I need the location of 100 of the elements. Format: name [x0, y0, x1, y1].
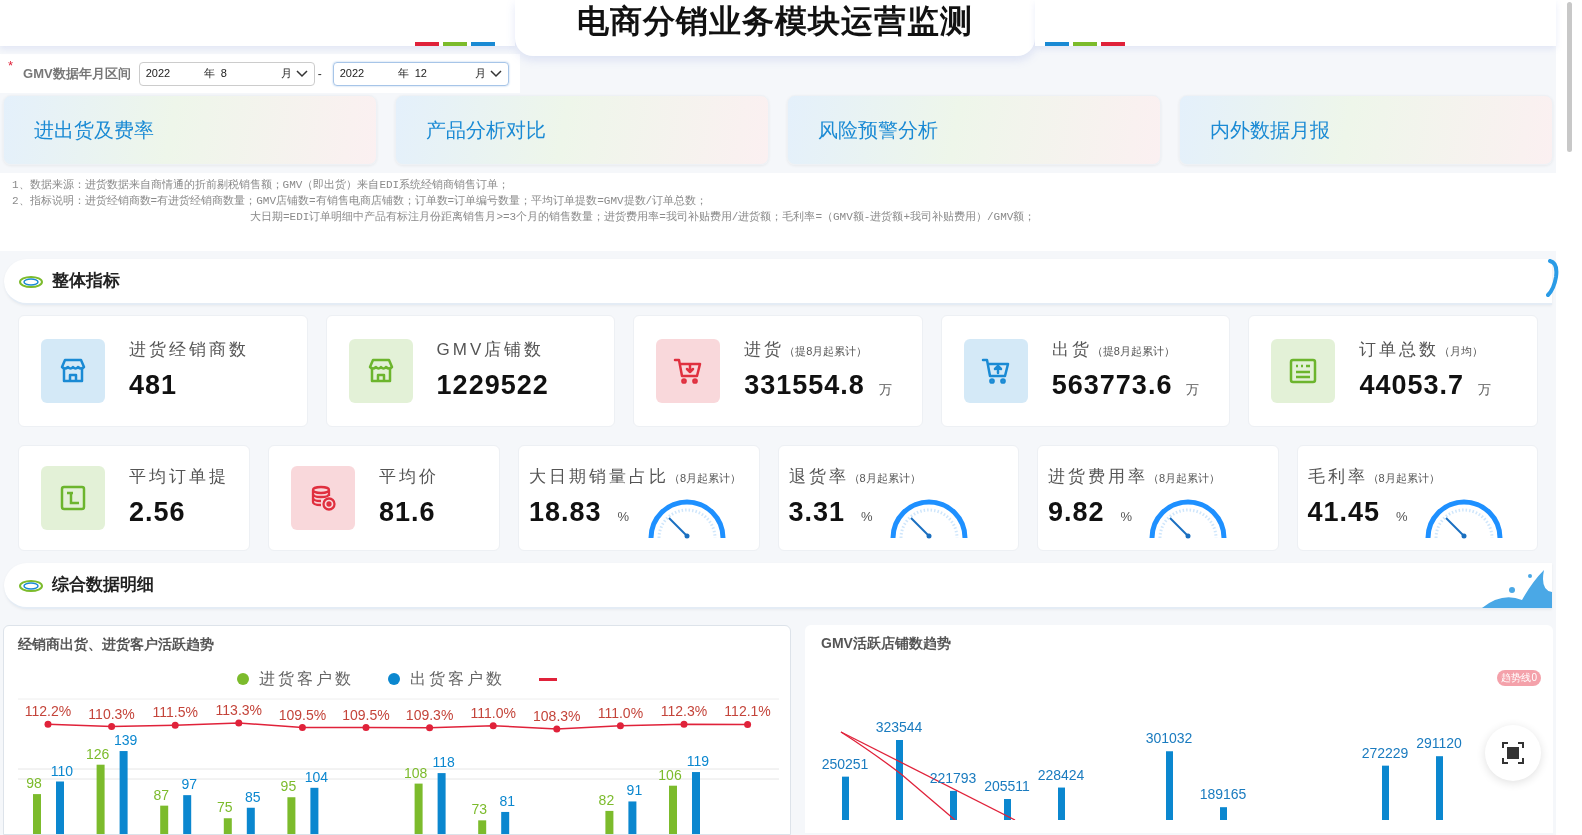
legend-label: 出货客户数	[410, 669, 505, 689]
bar-label: 139	[113, 732, 138, 749]
line-label: 113.3%	[215, 702, 263, 718]
year-unit: 年	[203, 66, 215, 82]
nav-tab[interactable]: 产品分析对比	[395, 95, 769, 166]
nav-tab[interactable]: 风险预警分析	[787, 95, 1161, 166]
swirl-icon	[18, 577, 44, 593]
bar-label: 82	[598, 791, 615, 808]
accent-bar	[1101, 42, 1125, 46]
line-label: 112.3%	[660, 703, 708, 720]
month-value: 12	[414, 66, 428, 82]
kpi-value: 2.56	[129, 495, 186, 529]
kpi-note: （月均）	[1439, 344, 1484, 359]
kpi-unit: %	[861, 507, 873, 526]
bar-label: 81	[499, 792, 515, 809]
legend-label: 进货客户数	[259, 669, 354, 689]
bar-label: 97	[181, 776, 197, 793]
kpi-label: 大日期销量占比	[529, 466, 669, 488]
note-text: 大日期=EDI订单明细中产品有标注月份距离销售月>=3个月的销售数量；进货费用率=我司补贴费用/进货额；毛利率=（GMV额-进货额+我司补贴费用）/GMV额；	[250, 210, 1036, 226]
line-label: 109.5%	[278, 706, 327, 723]
bar-label: 73	[471, 801, 487, 818]
bar-label: 250251	[821, 755, 869, 772]
kpi-label: 订单总数	[1359, 339, 1440, 361]
bar-label: 106	[658, 766, 682, 783]
kpi-label: 出货	[1051, 339, 1092, 361]
kpi-unit: 万	[1186, 380, 1200, 399]
bar-label: 95	[280, 778, 297, 795]
nav-tab[interactable]: 进出货及费率	[3, 95, 377, 166]
kpi-unit: %	[1120, 507, 1133, 526]
kpi-note: （提8月起累计）	[1091, 344, 1175, 359]
accent-bar	[443, 42, 467, 46]
kpi-note: （8月起累计）	[669, 471, 742, 486]
month-value: 8	[220, 66, 228, 82]
section-title: 整体指标	[52, 270, 120, 293]
curl-icon	[1546, 259, 1560, 299]
kpi-label: 平均订单提	[129, 466, 229, 488]
kpi-note: （8月起累计）	[848, 471, 921, 486]
kpi-note: （8月起累计）	[1367, 471, 1440, 486]
bar-label: 301032	[1145, 730, 1193, 747]
bar-label: 205511	[984, 778, 1030, 794]
nav-tab[interactable]: 内外数据月报	[1179, 95, 1553, 166]
note-text: 1、数据来源：进货数据来自商情通的折前剔税销售额；GMV（即出货）来自EDI系统经销商销售订单；	[12, 178, 510, 194]
kpi-value: 44053.7	[1359, 368, 1464, 402]
kpi-value: 81.6	[379, 495, 436, 529]
kpi-value: 3.31	[788, 495, 846, 529]
month-unit: 月	[280, 66, 292, 82]
bar-label: 98	[26, 775, 42, 792]
bar-label: 189165	[1199, 786, 1247, 803]
chart-title: 经销商出货、进货客户活跃趋势	[17, 635, 215, 654]
line-label: 112.2%	[24, 703, 72, 720]
kpi-label: 进货	[744, 339, 785, 361]
bar-label: 272229	[1361, 744, 1409, 761]
accent-bar	[415, 42, 439, 46]
line-label: 112.1%	[724, 703, 771, 720]
line-label: 111.5%	[152, 704, 198, 721]
bar-label: 91	[626, 782, 643, 799]
kpi-label: 退货率	[788, 466, 849, 488]
page-title: 电商分销业务模块运营监测	[577, 2, 973, 41]
year-value: 2022	[339, 66, 366, 82]
accent-bar	[1073, 42, 1097, 46]
bar-label: 126	[85, 745, 110, 762]
kpi-unit: 万	[1478, 380, 1491, 399]
kpi-value: 9.82	[1048, 495, 1105, 529]
bar-label: 110	[50, 762, 74, 779]
fullscreen-icon	[1502, 742, 1524, 764]
bar-label: 85	[245, 788, 261, 805]
note-text: 2、指标说明：进货经销商数=有进货经销商数量；GMV店铺数=有销售电商店铺数；订单数=订单编号数量；平均订单提数=GMV提数/订单总数；	[12, 194, 708, 210]
kpi-value: 1229522	[436, 368, 549, 402]
kpi-label: 进货费用率	[1048, 466, 1148, 488]
required-mark: *	[8, 57, 14, 76]
range-separator: -	[317, 65, 322, 83]
kpi-value: 18.83	[529, 495, 602, 529]
accent-bar	[1045, 42, 1069, 46]
bar-label: 291120	[1416, 735, 1462, 752]
month-picker[interactable]: 2022 年 12 月	[332, 61, 509, 86]
kpi-value: 41.45	[1307, 495, 1381, 529]
kpi-note: （提8月起累计）	[784, 344, 868, 359]
kpi-unit: %	[617, 507, 630, 526]
kpi-value: 481	[129, 368, 178, 402]
bar-label: 323544	[875, 719, 923, 735]
line-label: 109.3%	[405, 706, 454, 723]
filter-label: GMV数据年月区间	[23, 64, 131, 83]
kpi-label: 进货经销商数	[129, 339, 249, 361]
line-label: 111.0%	[470, 704, 516, 721]
kpi-unit: %	[1396, 507, 1408, 526]
fullscreen-button[interactable]	[1485, 725, 1541, 781]
month-picker[interactable]: 2022 年 8 月	[138, 61, 315, 86]
chevron-down-icon	[295, 69, 308, 78]
line-label: 111.0%	[597, 704, 644, 721]
month-unit: 月	[474, 66, 486, 82]
kpi-label: 毛利率	[1307, 466, 1368, 488]
bar-label: 118	[432, 754, 455, 771]
kpi-unit: 万	[878, 380, 892, 399]
bar-label: 108	[403, 764, 428, 781]
kpi-value: 563773.6	[1051, 368, 1173, 402]
kpi-label: GMV店铺数	[436, 339, 545, 361]
bar-label: 75	[217, 799, 233, 816]
year-unit: 年	[397, 66, 409, 82]
bar-label: 119	[686, 753, 710, 770]
bar-label: 87	[153, 786, 169, 803]
